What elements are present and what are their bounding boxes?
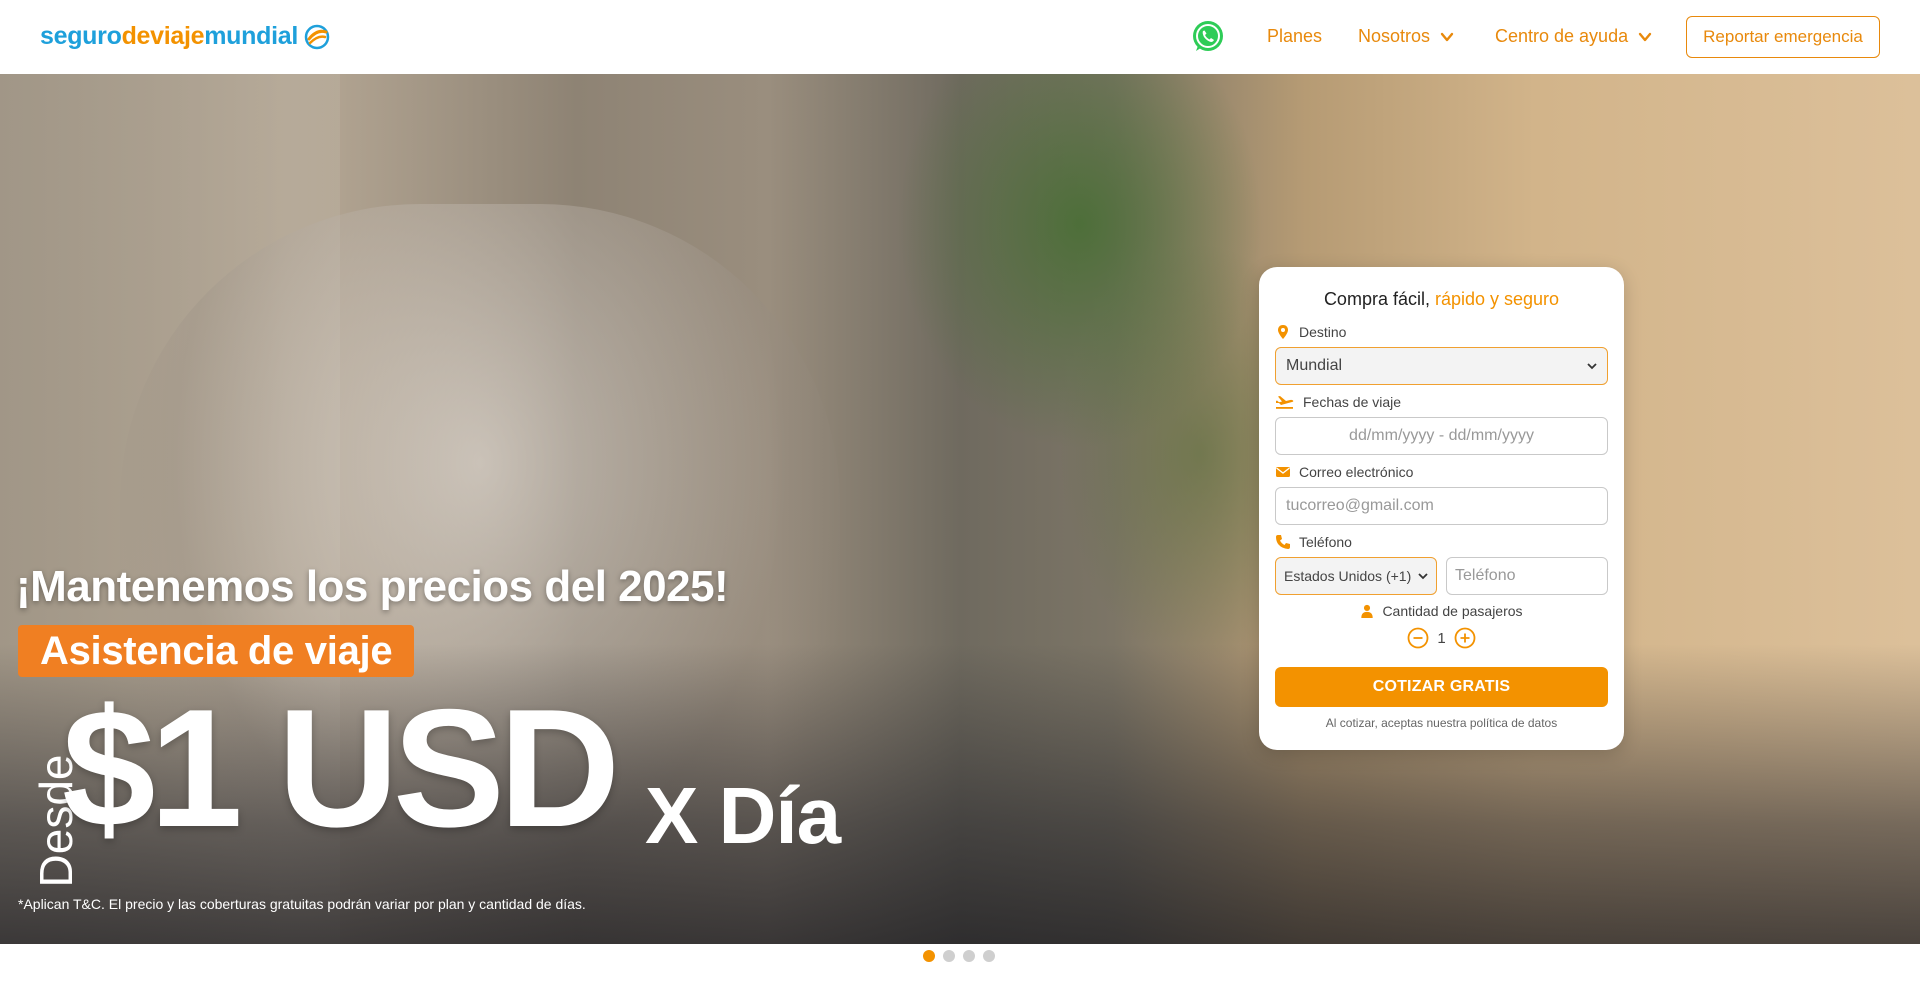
nav-centro-de-ayuda-label: Centro de ayuda (1495, 26, 1629, 46)
phone-icon (1276, 535, 1290, 549)
nav-planes[interactable]: Planes (1267, 26, 1322, 47)
carousel-dot-2[interactable] (943, 950, 955, 962)
logo-text-seguro: seguro (40, 22, 122, 50)
telefono-placeholder: Teléfono (1455, 567, 1516, 584)
pasajeros-label: Cantidad de pasajeros (1259, 603, 1624, 619)
correo-input[interactable]: tucorreo@gmail.com (1275, 487, 1608, 525)
country-code-value: Estados Unidos (+1) (1284, 568, 1412, 584)
nav-nosotros-label: Nosotros (1358, 26, 1431, 46)
fechas-input[interactable]: dd/mm/yyyy - dd/mm/yyyy (1275, 417, 1608, 455)
destino-select-value: Mundial (1286, 357, 1343, 374)
user-icon (1361, 604, 1374, 618)
correo-placeholder: tucorreo@gmail.com (1286, 497, 1434, 514)
fechas-placeholder: dd/mm/yyyy - dd/mm/yyyy (1349, 427, 1534, 444)
chevron-down-icon (1587, 363, 1597, 370)
correo-label: Correo electrónico (1275, 464, 1413, 480)
fechas-label: Fechas de viaje (1275, 394, 1401, 410)
report-emergency-button[interactable]: Reportar emergencia (1686, 16, 1880, 58)
telefono-input[interactable]: Teléfono (1446, 557, 1608, 595)
hero-banner[interactable]: ¡Mantenemos los precios del 2025! Asiste… (0, 74, 1920, 944)
correo-label-text: Correo electrónico (1299, 464, 1414, 480)
country-code-select[interactable]: Estados Unidos (+1) (1275, 557, 1437, 595)
destino-select[interactable]: Mundial (1275, 347, 1608, 385)
hero-price: $1 USD (62, 674, 620, 862)
logo-text-mundial: mundial (204, 22, 298, 50)
minus-circle-icon[interactable] (1407, 627, 1429, 649)
destino-label-text: Destino (1299, 324, 1347, 340)
chevron-down-icon (1440, 32, 1454, 41)
cotizar-gratis-button[interactable]: COTIZAR GRATIS (1275, 667, 1608, 707)
nav-planes-label: Planes (1267, 26, 1323, 46)
chevron-down-icon (1638, 32, 1652, 41)
nav-centro-de-ayuda[interactable]: Centro de ayuda (1495, 26, 1652, 47)
fechas-label-text: Fechas de viaje (1303, 394, 1402, 410)
telefono-label-text: Teléfono (1299, 534, 1352, 550)
site-header: seguro deviaje mundial Planes Nosotros C… (0, 0, 1920, 74)
plane-icon (1276, 396, 1294, 409)
pasajeros-count: 1 (1437, 629, 1446, 647)
nav-nosotros[interactable]: Nosotros (1358, 26, 1454, 47)
hero-per-day: X Día (645, 771, 841, 860)
logo-text-deviaje: deviaje (121, 22, 205, 50)
pasajeros-label-text: Cantidad de pasajeros (1382, 603, 1523, 619)
hero-headline: ¡Mantenemos los precios del 2025! (16, 562, 729, 611)
hero-disclaimer: *Aplican T&C. El precio y las coberturas… (18, 896, 586, 912)
telefono-label: Teléfono (1275, 534, 1352, 550)
form-title-accent: rápido y seguro (1434, 289, 1560, 309)
whatsapp-icon[interactable] (1190, 19, 1226, 55)
plus-circle-icon[interactable] (1454, 627, 1476, 649)
form-title: Compra fácil, rápido y seguro (1259, 289, 1624, 310)
form-title-plain: Compra fácil, (1323, 289, 1435, 309)
destino-label: Destino (1275, 324, 1346, 340)
carousel-dot-1[interactable] (923, 950, 935, 962)
map-pin-icon (1278, 325, 1288, 339)
site-logo[interactable]: seguro deviaje mundial (40, 22, 330, 51)
carousel-dot-3[interactable] (963, 950, 975, 962)
carousel-indicators (923, 950, 995, 962)
pasajeros-stepper: 1 (1259, 627, 1624, 649)
carousel-dot-4[interactable] (983, 950, 995, 962)
envelope-icon (1276, 467, 1290, 477)
quote-form-card: Compra fácil, rápido y seguro Destino Mu… (1259, 267, 1624, 750)
hero-badge: Asistencia de viaje (18, 625, 415, 677)
chevron-down-icon (1418, 573, 1428, 580)
logo-swirl-icon (304, 24, 330, 49)
privacy-policy-note[interactable]: Al cotizar, aceptas nuestra política de … (1259, 716, 1624, 730)
